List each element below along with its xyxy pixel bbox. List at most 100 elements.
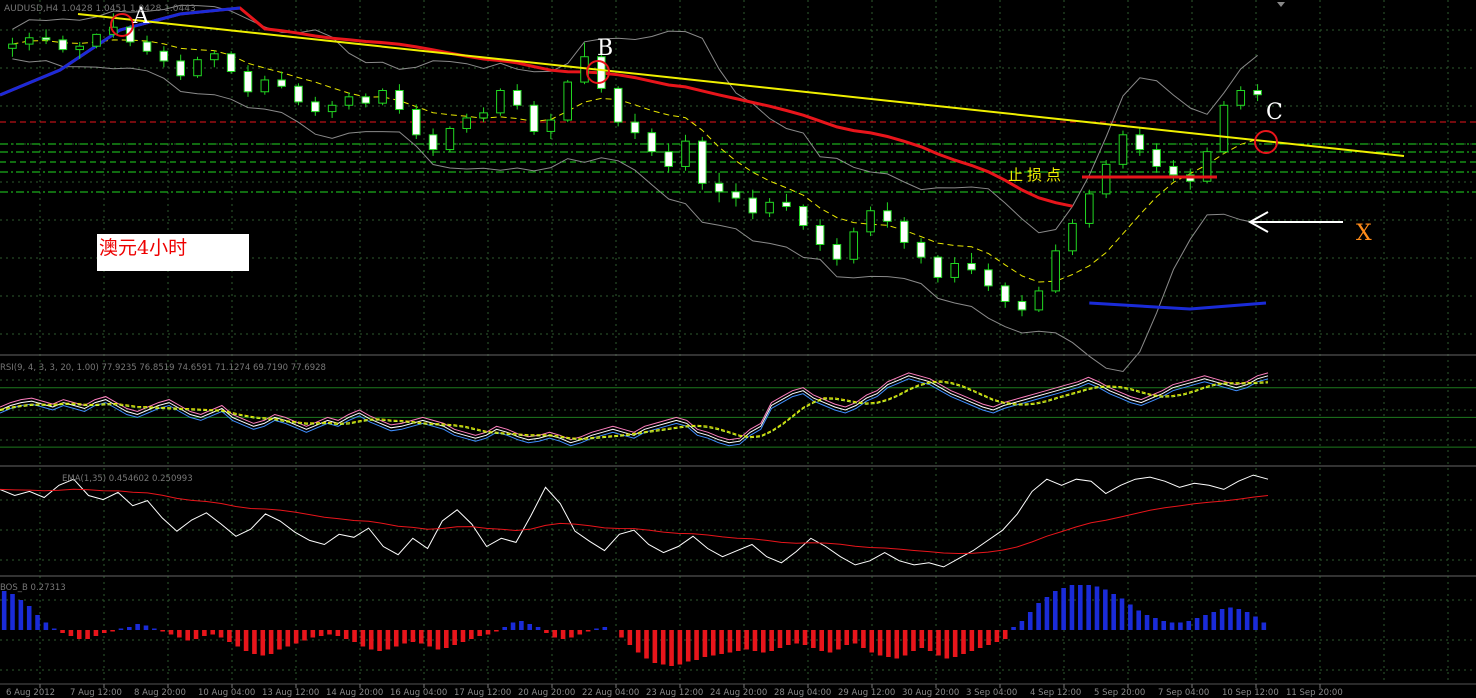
histogram-header: BOS_B 0.27313	[0, 583, 66, 593]
time-axis-label: 3 Sep 04:00	[966, 688, 1017, 698]
candle-body	[815, 225, 825, 246]
candle-body	[378, 90, 387, 104]
time-axis-label: 4 Sep 12:00	[1030, 688, 1081, 698]
time-axis-label: 22 Aug 04:00	[582, 688, 639, 698]
oscillator-header: EMA(1,35) 0.454602 0.250993	[62, 474, 193, 484]
candle-body	[512, 90, 522, 106]
candle-body	[529, 104, 539, 132]
time-axis-label: 24 Aug 20:00	[710, 688, 767, 698]
candle-body	[681, 140, 690, 167]
candle-body	[748, 197, 758, 214]
candle-body	[563, 81, 572, 121]
candle-body	[832, 244, 842, 260]
candle-body	[395, 90, 404, 110]
candle-body	[411, 108, 421, 136]
annotation-text: 澳元4小时	[99, 237, 188, 259]
candle-body	[630, 121, 640, 134]
label-b: B	[597, 36, 613, 61]
time-axis-label: 20 Aug 20:00	[518, 688, 575, 698]
candle-body	[260, 79, 270, 93]
candle-body	[159, 50, 169, 62]
candle-body	[1017, 300, 1027, 311]
candle-body	[311, 101, 320, 113]
candle-body	[899, 220, 909, 243]
candle-body	[496, 90, 505, 114]
candle-body	[1118, 134, 1128, 165]
candle-body	[277, 79, 286, 87]
candle-body	[1236, 90, 1246, 106]
candle-body	[1085, 193, 1094, 224]
candle-body	[1051, 250, 1060, 292]
candle-body	[193, 59, 202, 77]
rsi-header: RSI(9, 4, 3, 3, 20, 1.00) 77.9235 76.851…	[0, 363, 326, 373]
candle-body	[1068, 222, 1077, 252]
time-axis-label: 13 Aug 12:00	[262, 688, 319, 698]
candle-body	[8, 43, 17, 49]
candle-body	[92, 33, 101, 47]
time-axis-label: 28 Aug 04:00	[774, 688, 831, 698]
candle-body	[327, 104, 337, 113]
candle-body	[479, 112, 488, 119]
candle-body	[361, 96, 371, 104]
candle-body	[647, 132, 657, 153]
label-c: C	[1266, 100, 1283, 125]
candle-body	[41, 37, 51, 41]
time-axis-label: 16 Aug 04:00	[390, 688, 447, 698]
candle-body	[984, 269, 993, 287]
candle-body	[1169, 165, 1178, 176]
candle-body	[698, 140, 707, 184]
time-axis-label: 29 Aug 12:00	[838, 688, 895, 698]
candle-body	[294, 85, 303, 103]
candle-body	[445, 127, 455, 151]
annotation-box: 澳元4小时	[97, 234, 249, 271]
candle-body	[210, 53, 219, 61]
candle-body	[933, 256, 943, 278]
time-axis-label: 6 Aug 2012	[6, 688, 55, 698]
candle-body	[765, 201, 774, 214]
time-axis-label: 10 Aug 04:00	[198, 688, 255, 698]
candle-body	[731, 191, 741, 199]
time-axis-label: 8 Aug 20:00	[134, 688, 186, 698]
candle-body	[782, 201, 791, 208]
candle-body	[613, 87, 623, 123]
candle-body	[1152, 149, 1161, 167]
candle-body	[546, 119, 556, 132]
candle-body	[1219, 104, 1229, 153]
time-axis-label: 5 Sep 20:00	[1094, 688, 1145, 698]
candle-body	[58, 39, 68, 51]
time-axis-label: 17 Aug 12:00	[454, 688, 511, 698]
candle-body	[462, 117, 472, 129]
candle-body	[1034, 290, 1044, 311]
time-axis-label: 7 Aug 12:00	[70, 688, 122, 698]
candle-body	[428, 134, 438, 151]
candle-body	[24, 37, 34, 45]
time-axis-label: 14 Aug 20:00	[326, 688, 383, 698]
candle-body	[916, 241, 926, 258]
time-axis-label: 30 Aug 20:00	[902, 688, 959, 698]
candle-body	[664, 151, 673, 167]
candle-body	[243, 71, 253, 93]
stop-loss-label: 止损点	[1008, 166, 1065, 184]
forex-chart: A B C X 止损点 AUDUSD,H4 1.0428 1.0451 1.04…	[0, 0, 1476, 698]
candle-body	[75, 45, 85, 51]
candle-body	[142, 41, 152, 52]
candle-body	[1253, 90, 1262, 96]
time-axis-label: 23 Aug 12:00	[646, 688, 703, 698]
candle-body	[1000, 285, 1010, 302]
candle-body	[226, 53, 236, 73]
candle-body	[967, 263, 976, 271]
candle-body	[176, 60, 185, 77]
candle-body	[1135, 134, 1145, 151]
candle-body	[950, 263, 959, 278]
candle-body	[849, 231, 859, 260]
time-axis-label: 11 Sep 20:00	[1286, 688, 1343, 698]
candle-body	[714, 182, 724, 193]
candle-body	[344, 96, 354, 106]
candle-body	[883, 210, 892, 222]
symbol-info: AUDUSD,H4 1.0428 1.0451 1.0428 1.0443	[4, 4, 196, 14]
label-x: X	[1356, 221, 1372, 246]
candle-body	[1101, 163, 1111, 195]
candle-body	[866, 210, 875, 233]
candle-body	[798, 206, 808, 227]
time-axis-label: 10 Sep 12:00	[1222, 688, 1279, 698]
